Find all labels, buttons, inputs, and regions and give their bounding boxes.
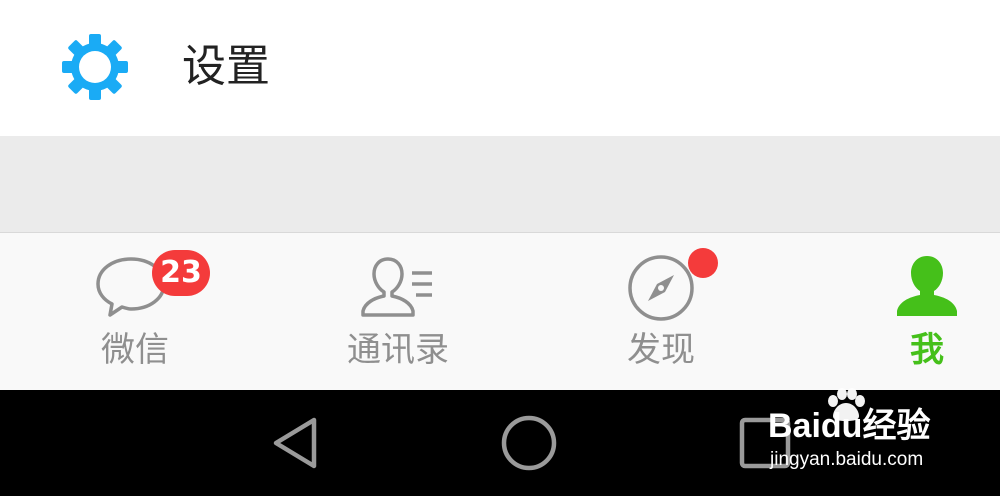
tab-label-discover: 发现: [627, 330, 695, 370]
back-icon[interactable]: [268, 414, 322, 472]
contacts-icon: [361, 257, 432, 317]
section-divider: [0, 136, 1000, 232]
app-screen: 设置 微信 通讯录 发现 我 23 Baidu经验 jingyan.baidu.…: [0, 0, 1000, 496]
home-icon[interactable]: [500, 414, 558, 472]
notification-dot: [688, 248, 718, 278]
settings-label: 设置: [182, 41, 270, 92]
settings-row[interactable]: 设置: [0, 0, 1000, 136]
watermark-brand: Baidu经验: [768, 407, 931, 445]
person-icon: [897, 256, 957, 316]
bottom-tab-bar: 微信 通讯录 发现 我: [0, 232, 1000, 390]
tab-contacts[interactable]: 通讯录: [318, 233, 478, 391]
unread-count-badge: 23: [152, 250, 210, 296]
gear-icon: [62, 34, 128, 100]
watermark-url: jingyan.baidu.com: [770, 449, 924, 470]
watermark: Baidu经验 jingyan.baidu.com: [742, 388, 962, 488]
tab-label-me: 我: [910, 330, 944, 370]
tab-label-contacts: 通讯录: [347, 330, 449, 370]
tab-label-chats: 微信: [101, 330, 169, 370]
compass-icon: [628, 255, 694, 321]
tab-me[interactable]: 我: [862, 233, 992, 391]
